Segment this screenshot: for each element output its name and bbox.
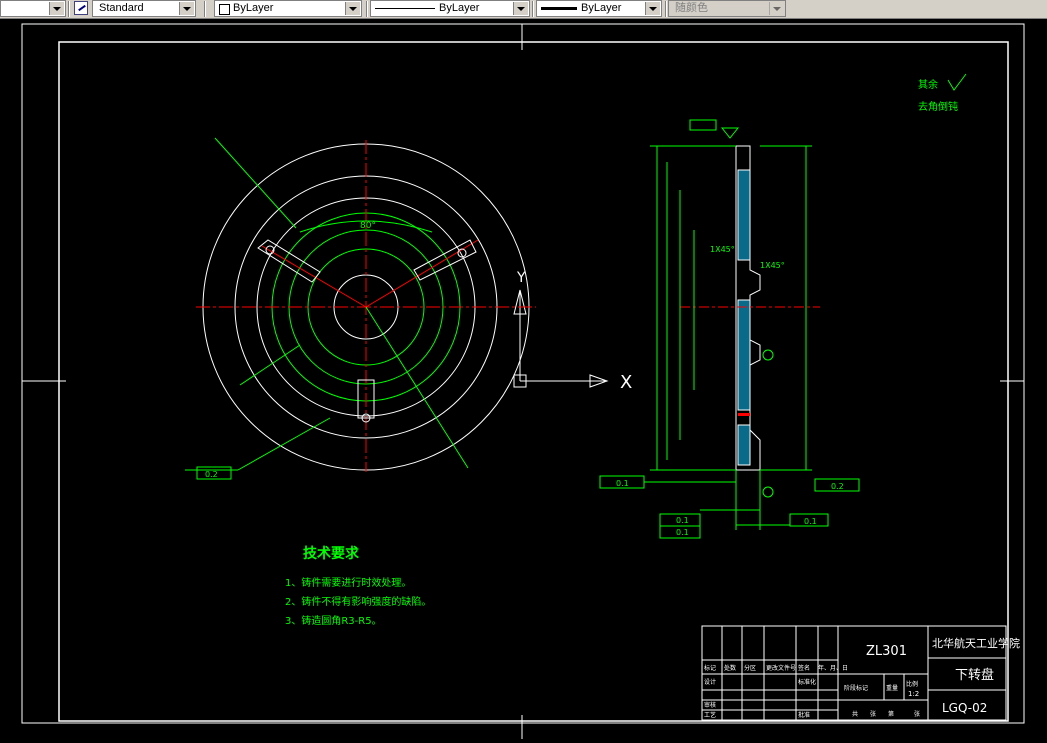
- linetype-preview-icon: [375, 8, 435, 9]
- tb-sheet-unit2: 张: [914, 710, 920, 718]
- chamfer-label-1: 1X45°: [710, 245, 735, 254]
- section-view: 1X45° 1X45° 0.1 0.2 0.1 0.1 0.1: [599, 119, 860, 539]
- toolbar-separator: [665, 1, 667, 17]
- tb-stage: 阶段标记: [844, 684, 868, 692]
- chevron-down-icon[interactable]: [49, 2, 64, 15]
- tb-header-4: 签名: [798, 664, 810, 672]
- tb-sheet-unit1: 张: [870, 710, 876, 718]
- tb-header-0: 标记: [704, 664, 716, 672]
- tb-process: 工艺: [704, 711, 716, 719]
- tb-scale: 比例: [906, 680, 918, 688]
- tech-title: 技术要求: [303, 545, 360, 562]
- plotstyle-value: 随颜色: [675, 2, 708, 14]
- axis-y-label: Y: [516, 270, 526, 286]
- cad-drawing[interactable]: Y X 80° 0.2 1X45° 1X45° 0.1 0.2 0.1 0.1 …: [0, 18, 1047, 739]
- tech-item-3: 3、铸造圆角R3-R5。: [285, 614, 382, 627]
- textstyle-value: Standard: [99, 2, 144, 14]
- linetype-value: ByLayer: [439, 2, 480, 14]
- fcf-right-value: 0.2: [831, 482, 844, 491]
- lineweight-select[interactable]: ByLayer: [536, 0, 662, 17]
- tb-approve: 批准: [798, 711, 810, 719]
- toolbar-separator: [204, 1, 206, 17]
- ucs-icon: Y X: [513, 270, 632, 393]
- drawing-canvas[interactable]: Y X 80° 0.2 1X45° 1X45° 0.1 0.2 0.1 0.1 …: [0, 18, 1047, 739]
- tb-header-2: 分区: [744, 664, 756, 672]
- plotstyle-select[interactable]: 随颜色: [668, 0, 786, 17]
- chevron-down-icon[interactable]: [179, 2, 194, 15]
- fcf-bottom-value-1: 0.1: [676, 516, 689, 525]
- layer-color-value: ByLayer: [233, 2, 274, 14]
- textstyle-select[interactable]: Standard: [92, 0, 196, 17]
- roughness-note-2: 去角倒钝: [918, 100, 958, 113]
- tb-weight: 重量: [886, 684, 898, 692]
- datum-left-value: 0.2: [205, 470, 218, 479]
- fcf-bottom-right-value: 0.1: [804, 517, 817, 526]
- properties-toolbar: Standard ByLayer ByLayer ByLayer 随颜色: [0, 0, 1047, 19]
- tech-item-2: 2、铸件不得有影响强度的缺陷。: [285, 595, 431, 608]
- drawing-number: LGQ-02: [942, 701, 987, 715]
- tech-item-1: 1、铸件需要进行时效处理。: [285, 576, 411, 589]
- toolbar-dropdown-partial[interactable]: [0, 0, 66, 17]
- toolbar-separator: [68, 1, 70, 17]
- tb-sheet-total: 共: [852, 710, 858, 718]
- axis-x-label: X: [620, 372, 632, 393]
- fcf-bottom-value-2: 0.1: [676, 528, 689, 537]
- fcf-left-value: 0.1: [616, 479, 629, 488]
- lineweight-preview-icon: [541, 7, 577, 10]
- front-view: 80° 0.2: [185, 137, 536, 480]
- outer-border: [21, 23, 1025, 724]
- layer-color-select[interactable]: ByLayer: [214, 0, 362, 17]
- chevron-down-icon[interactable]: [345, 2, 360, 15]
- tb-header-1: 处数: [724, 664, 736, 672]
- chevron-down-icon[interactable]: [645, 2, 660, 15]
- part-name: 下转盘: [955, 667, 994, 683]
- tb-header-3: 更改文件号: [766, 664, 796, 672]
- scale-value: 1:2: [908, 690, 919, 698]
- tb-design: 设计: [704, 678, 716, 686]
- tb-review: 审核: [704, 701, 716, 709]
- roughness-symbol-icon: [947, 73, 967, 91]
- lineweight-value: ByLayer: [581, 2, 622, 14]
- chamfer-label-2: 1X45°: [760, 261, 785, 270]
- color-swatch-icon: [219, 4, 230, 15]
- chevron-down-icon[interactable]: [513, 2, 528, 15]
- material-label: ZL301: [866, 644, 907, 659]
- chevron-down-icon[interactable]: [769, 2, 784, 15]
- linetype-select[interactable]: ByLayer: [370, 0, 530, 17]
- tb-sheet-no: 第: [888, 710, 894, 718]
- tb-standardization: 标准化: [798, 678, 816, 686]
- tb-header-5: 年、月、日: [818, 664, 848, 672]
- roughness-note: 其余: [918, 78, 938, 91]
- toolbar-separator: [366, 1, 368, 17]
- school-name: 北华航天工业学院: [932, 636, 1020, 650]
- textstyle-icon[interactable]: [74, 1, 88, 15]
- toolbar-separator: [532, 1, 534, 17]
- angle-label: 80°: [360, 221, 376, 231]
